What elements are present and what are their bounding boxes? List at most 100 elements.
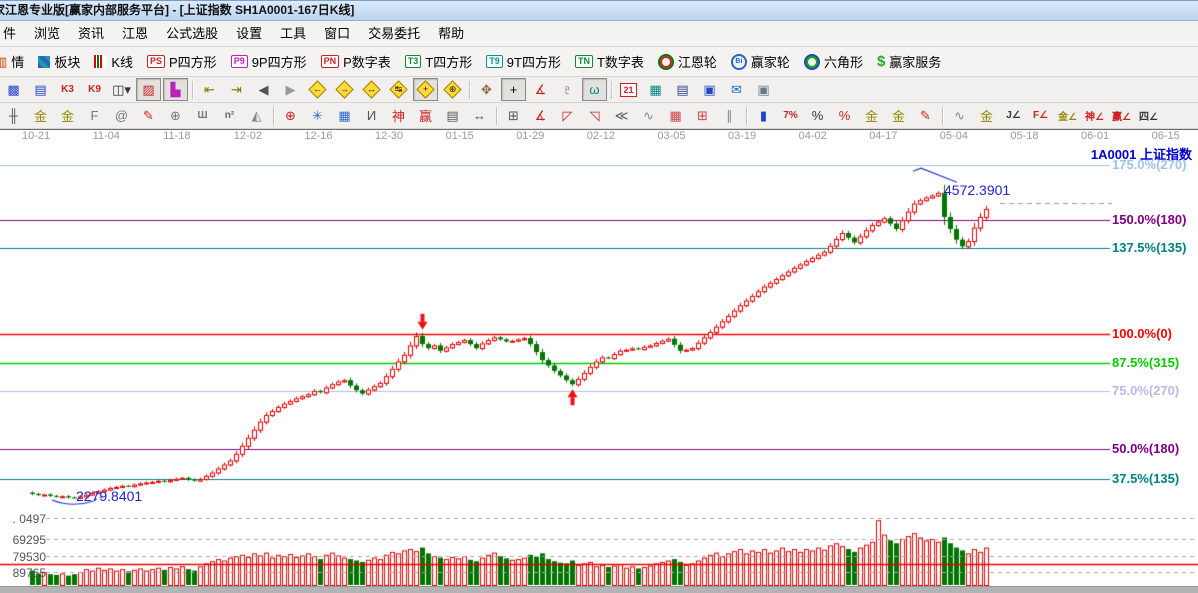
quick-button-winner-service[interactable]: $赢家服务 (870, 49, 948, 74)
quick-button-p-number-table[interactable]: PNP数字表 (314, 49, 398, 74)
grid-arrow-icon[interactable]: ⊞ (690, 104, 715, 127)
box-tool-icon[interactable]: ⊞ (501, 104, 526, 127)
golden-section-icon[interactable]: 金 (28, 104, 53, 127)
fan-box-icon[interactable]: ◹ (582, 104, 607, 127)
gann-label-6: 50.0%(180) (1112, 441, 1198, 456)
next-bar-icon[interactable]: ▶ (278, 78, 303, 101)
gold-lines-icon[interactable]: 金 (886, 104, 911, 127)
quick-button-9p-square[interactable]: P99P四方形 (224, 49, 314, 74)
span-arrow-icon[interactable]: ↔ (467, 104, 492, 127)
f-angle-icon[interactable]: F∠ (1028, 104, 1053, 127)
brain-icon[interactable]: ω (582, 78, 607, 101)
golden-ratio-icon[interactable]: 金 (55, 104, 80, 127)
candle-period-icon[interactable]: ◫▾ (109, 78, 134, 101)
n-square-icon[interactable]: n² (217, 104, 242, 127)
info-list-icon[interactable]: ▤ (28, 78, 53, 101)
menu-item-0[interactable]: 件 (0, 23, 25, 44)
chart-area[interactable]: 1A0001 上证指数 175.0%(270)150.0%(180)137.5%… (0, 142, 1198, 586)
quick-button-t-square[interactable]: T3T四方形 (398, 49, 479, 74)
date-tick-12-02: 12-02 (234, 130, 262, 142)
volume-axis-label: 89765 (0, 566, 46, 580)
pen-rocket-icon[interactable]: ✎ (136, 104, 161, 127)
calculator-icon[interactable]: ▦ (643, 78, 668, 101)
zoom-left-icon[interactable]: ← (305, 78, 330, 101)
quick-button-9t-square[interactable]: T99T四方形 (479, 49, 568, 74)
si-angle-icon[interactable]: 四∠ (1136, 104, 1161, 127)
compress-icon[interactable]: ↹ (386, 78, 411, 101)
red-grid-icon[interactable]: ▦ (663, 104, 688, 127)
crosshair-icon[interactable]: + (501, 78, 526, 101)
zoom-in-icon[interactable]: + (413, 78, 438, 101)
date-tick-11-18: 11-18 (163, 130, 190, 142)
spiral-icon[interactable]: @ (109, 104, 134, 127)
menu-item-5[interactable]: 设置 (227, 23, 271, 44)
zigzag-icon[interactable]: ∿ (636, 104, 661, 127)
comb-ruler-icon[interactable]: Ш (190, 104, 215, 127)
gold-underline-icon[interactable]: 金 (974, 104, 999, 127)
first-bar-icon[interactable]: ⇤ (197, 78, 222, 101)
menu-item-4[interactable]: 公式选股 (157, 23, 227, 44)
quick-button-winner-wheel[interactable]: Bi赢家轮 (724, 49, 797, 74)
market-view-icon[interactable]: ▩ (1, 78, 26, 101)
notes-icon[interactable]: ▤ (670, 78, 695, 101)
remote-pc-icon[interactable]: ▣ (751, 78, 776, 101)
quick-button-gann-wheel[interactable]: 江恩轮 (651, 49, 724, 74)
last-bar-icon[interactable]: ⇥ (224, 78, 249, 101)
quick-button-sectors[interactable]: 板块 (31, 49, 87, 74)
ying-angle-icon[interactable]: 赢∠ (1109, 104, 1134, 127)
circle3-icon[interactable]: ⊕ (163, 104, 188, 127)
histogram-icon[interactable]: ▙ (163, 78, 188, 101)
trend-lines-icon[interactable]: ≪ (609, 104, 634, 127)
quick-button-quotes[interactable]: ▥情 (0, 49, 31, 74)
quick-button-kline[interactable]: K线 (87, 49, 140, 74)
parallel-lines-icon[interactable]: ∥ (717, 104, 742, 127)
gann-fan-icon[interactable]: ∡ (528, 104, 553, 127)
compass-icon[interactable]: ⊕ (278, 104, 303, 127)
chart9-icon[interactable]: K9 (82, 78, 107, 101)
ying-tool-icon[interactable]: 赢 (413, 104, 438, 127)
hand-tool-icon[interactable]: ✥ (474, 78, 499, 101)
measure-angle-icon[interactable]: ∡ (528, 78, 553, 101)
shen-angle-icon[interactable]: 神∠ (1082, 104, 1107, 127)
j-angle-icon[interactable]: J∠ (1001, 104, 1026, 127)
calendar-icon[interactable]: 21 (616, 78, 641, 101)
kline-chart-canvas[interactable] (0, 142, 1198, 586)
k-mark-icon[interactable]: И (359, 104, 384, 127)
menu-item-2[interactable]: 资讯 (69, 23, 113, 44)
menu-item-8[interactable]: 交易委托 (359, 23, 429, 44)
fan-square-icon[interactable]: ◸ (555, 104, 580, 127)
chart3-icon[interactable]: K3 (55, 78, 80, 101)
p-square-label: P四方形 (169, 52, 217, 71)
percent-lines-icon[interactable]: % (832, 104, 857, 127)
zoom-right-icon[interactable]: → (332, 78, 357, 101)
gold-circle-icon[interactable]: 金 (859, 104, 884, 127)
menu-item-3[interactable]: 江恩 (113, 23, 157, 44)
radial-star-icon[interactable]: ✳ (305, 104, 330, 127)
pattern-icon[interactable]: ▨ (136, 78, 161, 101)
angle-mirror-icon[interactable]: ◭ (244, 104, 269, 127)
send-mail-icon[interactable]: ✉ (724, 78, 749, 101)
prev-bar-icon[interactable]: ◀ (251, 78, 276, 101)
mark-tool-icon[interactable]: ♇ (555, 78, 580, 101)
percent-icon[interactable]: % (805, 104, 830, 127)
zoom-full-icon[interactable]: ⊕ (440, 78, 465, 101)
stats-bars-icon[interactable]: ▮ (751, 104, 776, 127)
brush-icon[interactable]: ✎ (913, 104, 938, 127)
shen-tool-icon[interactable]: 神 (386, 104, 411, 127)
zoom-span-icon[interactable]: ↔ (359, 78, 384, 101)
gann-grid-tool-icon[interactable]: ╫ (1, 104, 26, 127)
quick-button-hexagon[interactable]: 六角形 (797, 49, 870, 74)
quick-button-p-square[interactable]: PSP四方形 (140, 49, 224, 74)
percent7-icon[interactable]: 7% (778, 104, 803, 127)
quick-button-t-number-table[interactable]: TNT数字表 (568, 49, 651, 74)
wave-tool-icon[interactable]: ∿ (947, 104, 972, 127)
menu-item-1[interactable]: 浏览 (25, 23, 69, 44)
save-icon[interactable]: ▣ (697, 78, 722, 101)
gold-angle-icon[interactable]: 金∠ (1055, 104, 1080, 127)
menu-item-6[interactable]: 工具 (271, 23, 315, 44)
menu-item-7[interactable]: 窗口 (315, 23, 359, 44)
fibonacci-icon[interactable]: F (82, 104, 107, 127)
ruler123-icon[interactable]: ▤ (440, 104, 465, 127)
menu-item-9[interactable]: 帮助 (429, 23, 473, 44)
blue-grid-icon[interactable]: ▦ (332, 104, 357, 127)
